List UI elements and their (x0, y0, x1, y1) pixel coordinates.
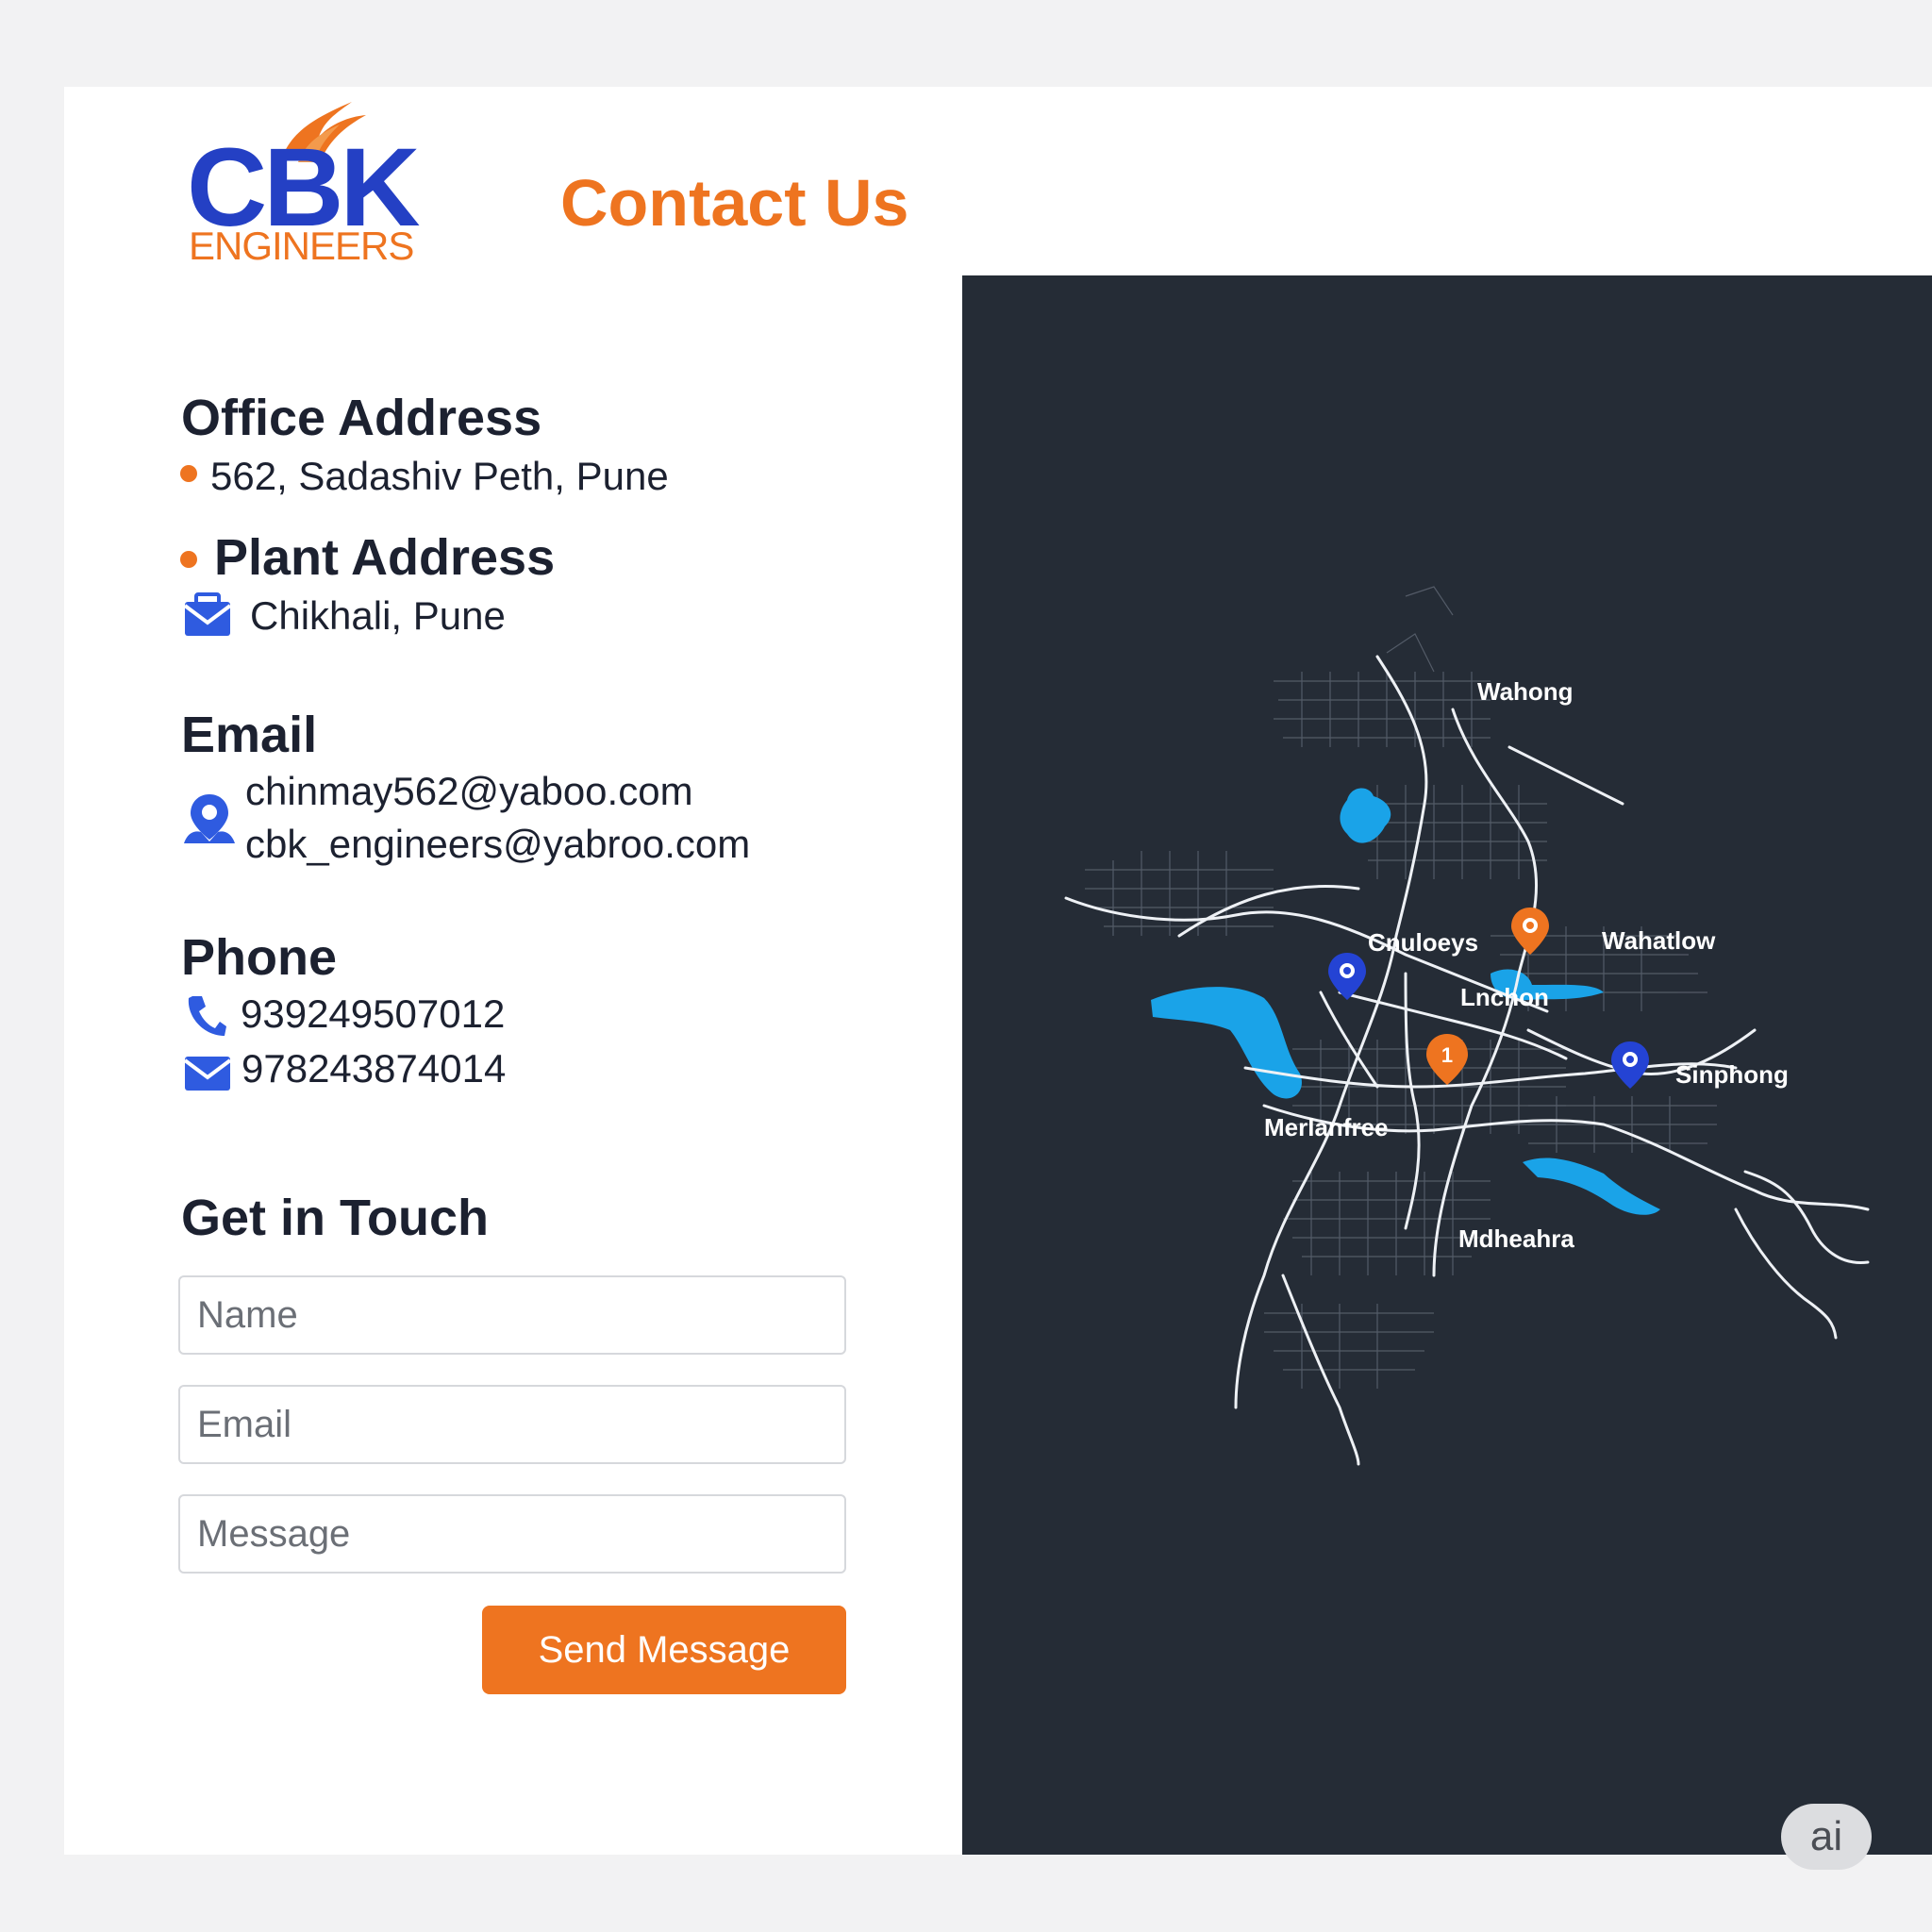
email-heading: Email (181, 707, 318, 763)
envelope-icon (183, 592, 232, 636)
phone-icon (188, 996, 226, 1036)
office-address-heading: Office Address (181, 390, 542, 446)
email-value[interactable]: cbk_engineers@yabroo.com (245, 824, 750, 864)
email-input[interactable] (178, 1385, 846, 1464)
brand-logo[interactable]: CBK ENGINEERS (187, 94, 432, 274)
logo-subtitle: ENGINEERS (189, 224, 414, 268)
phone-value[interactable]: 939249507012 (241, 994, 505, 1034)
send-message-button[interactable]: Send Message (482, 1606, 846, 1694)
email-value[interactable]: chinmay562@yaboo.com (245, 772, 693, 811)
phone-value[interactable]: 978243874014 (242, 1049, 506, 1089)
marker-number: 1 (1441, 1043, 1453, 1067)
envelope-icon (183, 1057, 232, 1091)
plant-address-value: Chikhali, Pune (250, 593, 506, 638)
map-label: Lnchon (1460, 983, 1549, 1011)
bullet-icon (180, 551, 197, 568)
plant-address-heading: Plant Address (214, 529, 556, 586)
map-marker-blue[interactable] (1611, 1041, 1649, 1089)
phone-heading: Phone (181, 929, 338, 986)
map-marker-orange[interactable] (1511, 908, 1549, 955)
map-canvas[interactable]: 1 Wahong Wahatlow Cnuloeys Lnchon Sinpho… (962, 275, 1932, 1855)
name-input[interactable] (178, 1275, 846, 1355)
bullet-icon (180, 465, 197, 482)
map-marker-blue[interactable] (1328, 953, 1366, 1000)
map-street-grid (1085, 586, 1717, 1389)
map-label: Mdheahra (1458, 1224, 1574, 1253)
map-label: Wahong (1477, 677, 1574, 706)
message-input[interactable] (178, 1494, 846, 1574)
map-label: Cnuloeys (1368, 928, 1478, 957)
map-label: Merlanfree (1264, 1113, 1389, 1141)
office-address-value: 562, Sadashiv Peth, Pune (210, 454, 669, 498)
ai-badge: ai (1781, 1804, 1872, 1870)
page-title: Contact Us (560, 166, 909, 240)
map-label: Wahatlow (1602, 926, 1716, 955)
map-label: Sinphong (1675, 1060, 1789, 1089)
form-heading: Get in Touch (181, 1190, 489, 1246)
location-pin-icon (184, 794, 235, 843)
map-view[interactable]: 1 Wahong Wahatlow Cnuloeys Lnchon Sinpho… (962, 275, 1932, 1855)
